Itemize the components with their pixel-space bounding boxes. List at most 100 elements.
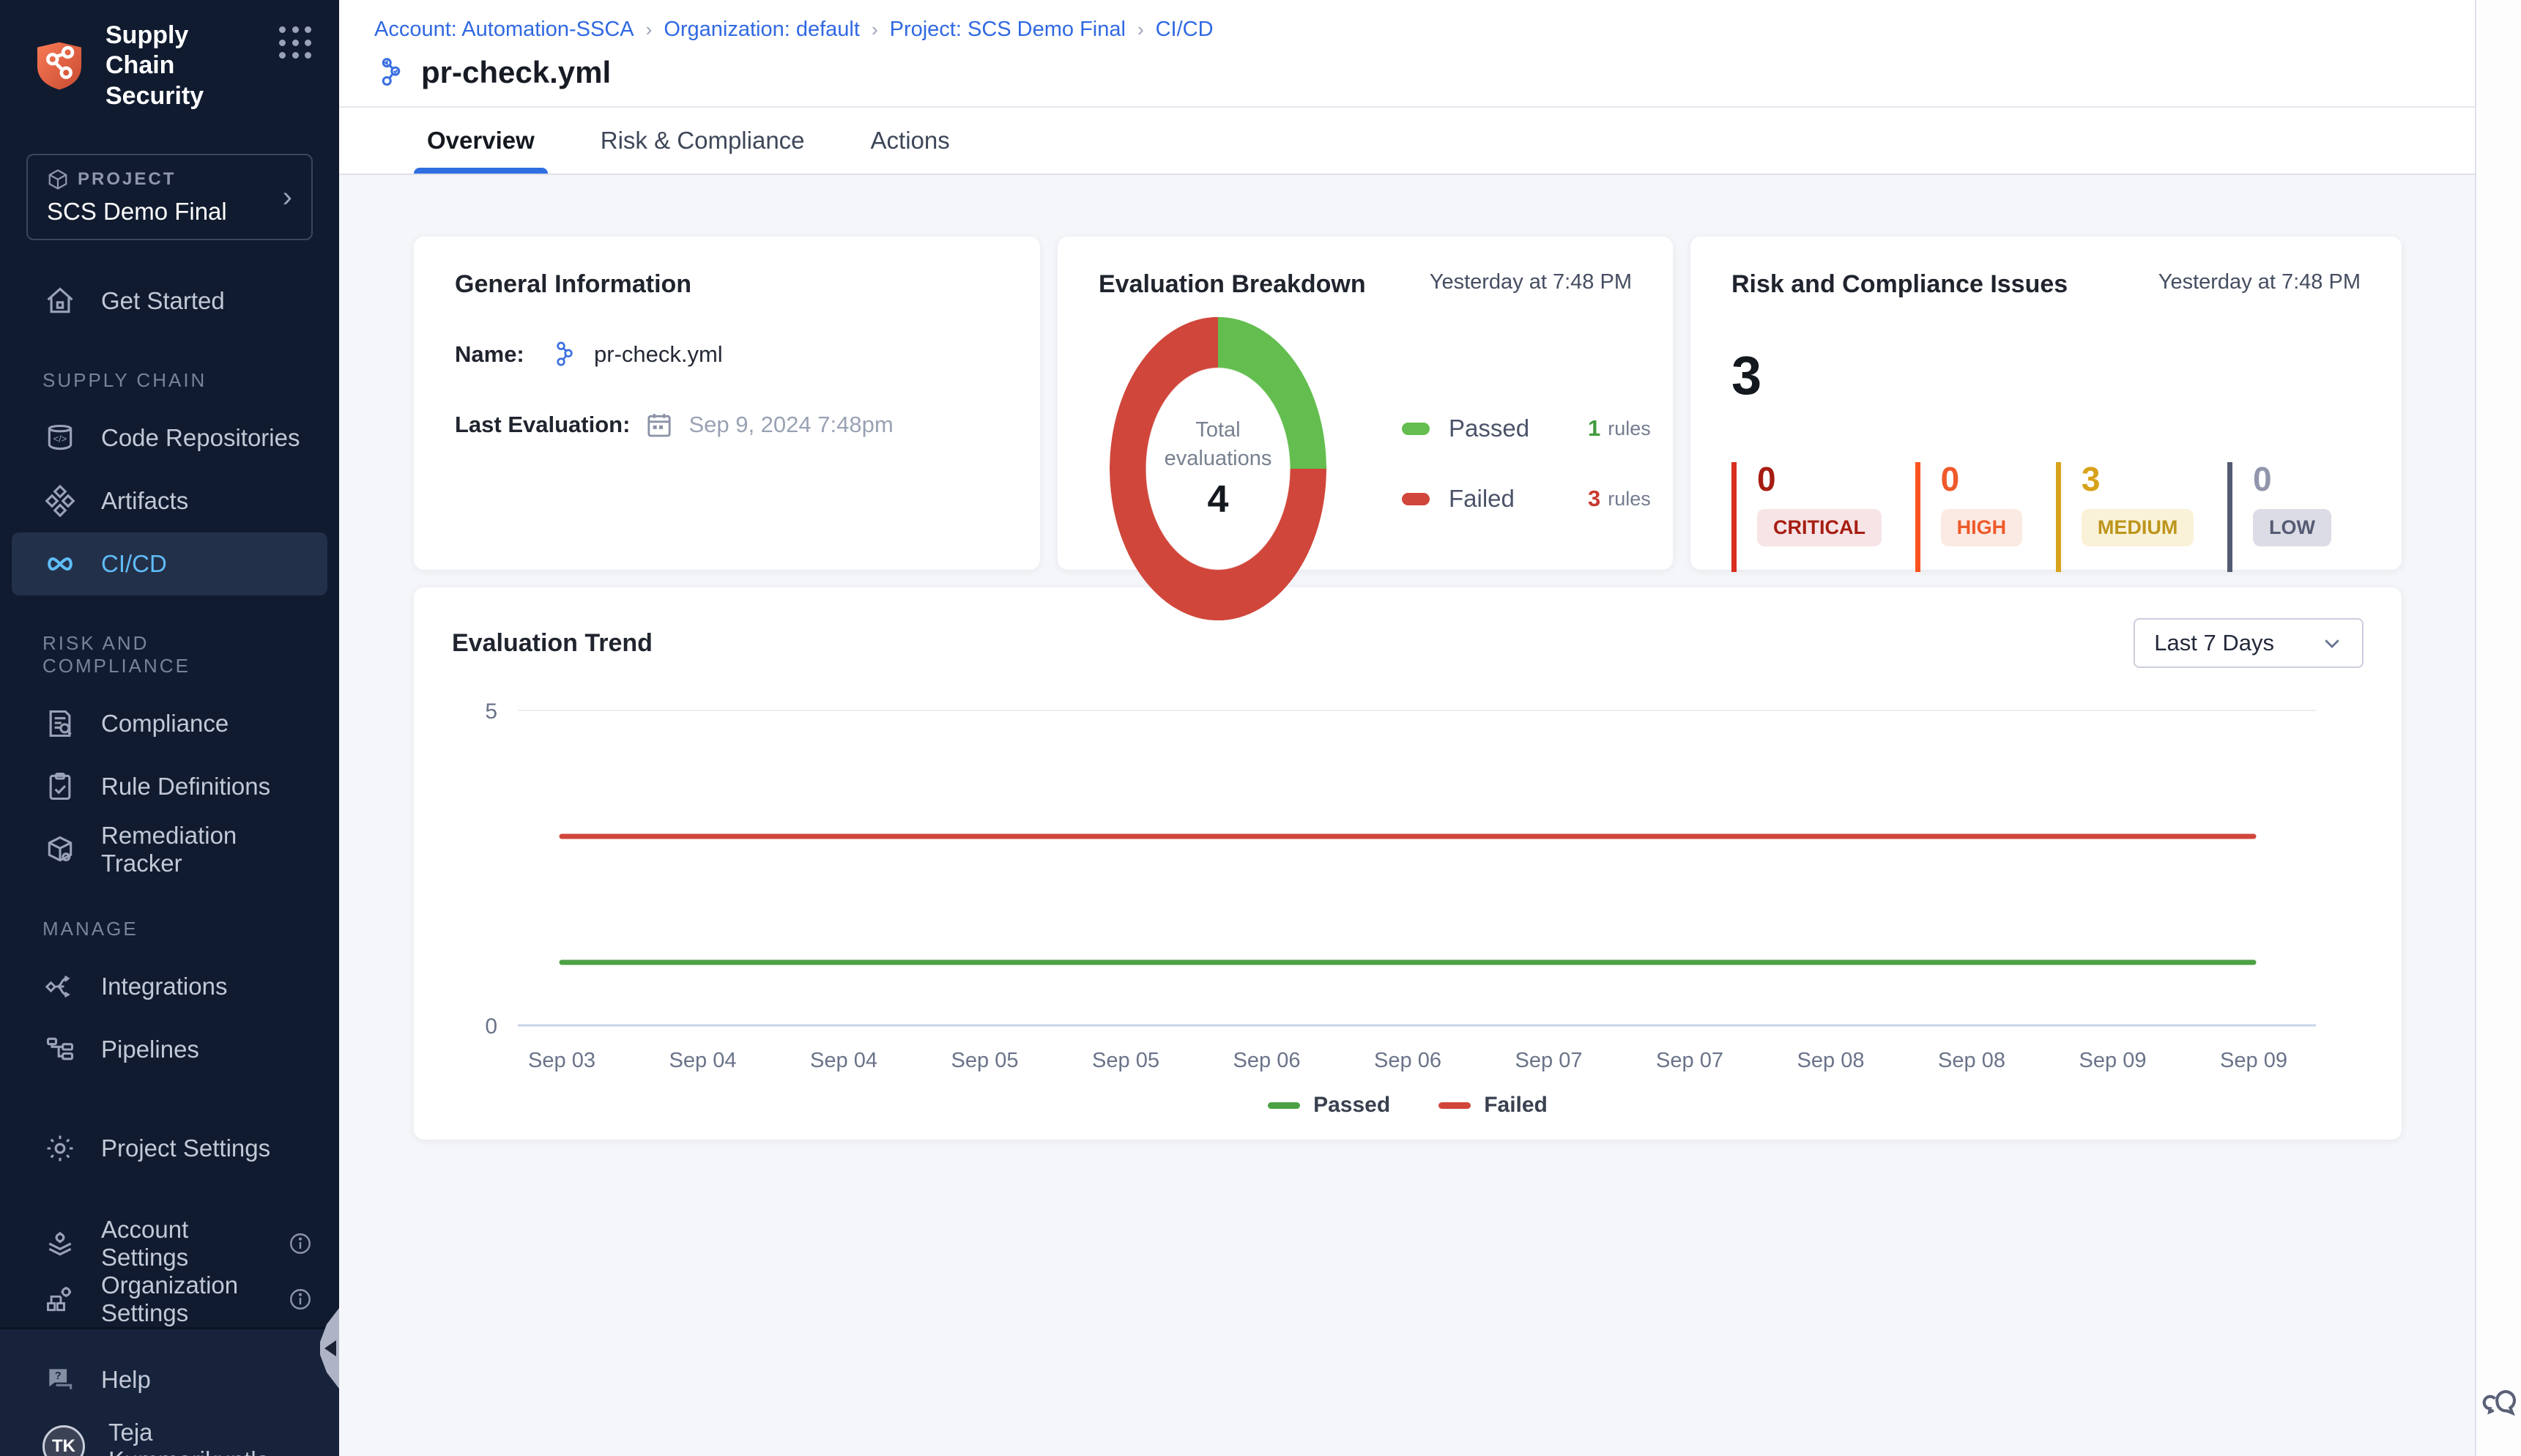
chevron-right-icon: › — [646, 18, 653, 41]
legend-count: 1 — [1588, 415, 1600, 442]
pipeline-file-icon — [374, 56, 408, 89]
tab-overview[interactable]: Overview — [423, 108, 539, 174]
trend-legend-failed: Failed — [1438, 1093, 1548, 1118]
artifacts-icon — [42, 483, 78, 519]
sidebar-item-account-settings[interactable]: Account Settings — [0, 1216, 339, 1271]
section-supply-chain: SUPPLY CHAIN — [0, 369, 339, 392]
x-tick-label: Sep 03 — [528, 1049, 595, 1072]
user-menu[interactable]: TK Teja Kummarikuntla — [0, 1411, 339, 1456]
breadcrumb-organization[interactable]: Organization: default — [664, 18, 860, 42]
severity-count: 0 — [1941, 462, 2023, 496]
x-tick-label: Sep 05 — [1092, 1049, 1159, 1072]
x-tick-label: Sep 04 — [669, 1049, 737, 1072]
date-range-select[interactable]: Last 7 Days — [2134, 618, 2364, 668]
trend-legend-passed: Passed — [1268, 1093, 1390, 1118]
x-tick-label: Sep 07 — [1656, 1049, 1723, 1072]
card-title: Evaluation Trend — [452, 629, 653, 658]
sidebar-item-label: Remediation Tracker — [101, 822, 313, 877]
x-tick-label: Sep 09 — [2079, 1049, 2147, 1072]
sidebar-item-organization-settings[interactable]: Organization Settings — [0, 1271, 339, 1327]
sidebar-item-rule-definitions[interactable]: Rule Definitions — [0, 755, 339, 818]
app-root: Supply Chain Security PROJECT SCS Demo F… — [0, 0, 2521, 1456]
sidebar-item-pipelines[interactable]: Pipelines — [0, 1018, 339, 1081]
severity-badge: MEDIUM — [2082, 509, 2194, 546]
sidebar-item-label: Code Repositories — [101, 424, 300, 452]
severity-low: 0 LOW — [2227, 462, 2331, 572]
sidebar-item-project-settings[interactable]: Project Settings — [0, 1131, 339, 1166]
x-tick-label: Sep 07 — [1515, 1049, 1583, 1072]
sidebar-item-remediation-tracker[interactable]: Remediation Tracker — [0, 818, 339, 881]
last-evaluation-row: Last Evaluation: Sep 9, 2024 7:48pm — [455, 410, 999, 439]
issues-total: 3 — [1731, 344, 2361, 406]
chat-support-icon[interactable] — [2482, 1381, 2520, 1419]
severity-count: 3 — [2082, 462, 2194, 496]
donut-center-label: Total evaluations — [1145, 416, 1291, 473]
name-label: Name: — [455, 341, 535, 368]
help-chat-icon: ? — [42, 1362, 78, 1397]
sidebar-item-code-repositories[interactable]: </> Code Repositories — [0, 406, 339, 469]
card-title: Risk and Compliance Issues — [1731, 270, 2068, 299]
section-risk-compliance: RISK AND COMPLIANCE — [0, 632, 339, 677]
user-name: Teja Kummarikuntla — [108, 1419, 313, 1456]
tab-actions[interactable]: Actions — [866, 108, 954, 174]
chevron-right-icon: › — [872, 18, 878, 41]
donut-center-value: 4 — [1208, 478, 1229, 521]
sidebar: Supply Chain Security PROJECT SCS Demo F… — [0, 0, 339, 1456]
content: General Information Name: pr-check.yml L… — [339, 175, 2475, 1456]
sidebar-item-label: CI/CD — [101, 550, 167, 578]
project-label: PROJECT — [78, 169, 176, 190]
chevron-right-icon: › — [1137, 18, 1144, 41]
trend-legend-label: Failed — [1484, 1093, 1548, 1118]
date-range-value: Last 7 Days — [2154, 630, 2274, 656]
tabbar: Overview Risk & Compliance Actions — [339, 108, 2475, 175]
breakdown-legend: Passed 1 rules Failed 3 rules — [1402, 415, 1651, 513]
y-tick-label: 5 — [485, 699, 497, 724]
failed-line-icon — [1438, 1102, 1471, 1109]
severity-badge: CRITICAL — [1757, 509, 1882, 546]
last-evaluation-value: Sep 9, 2024 7:48pm — [688, 412, 893, 438]
sidebar-item-label: Rule Definitions — [101, 773, 270, 801]
sidebar-nav: Get Started SUPPLY CHAIN </> Code Reposi… — [0, 270, 339, 1081]
severity-medium: 3 MEDIUM — [2056, 462, 2194, 572]
tab-risk-compliance[interactable]: Risk & Compliance — [596, 108, 809, 174]
organization-settings-icon — [42, 1282, 78, 1317]
sidebar-item-label: Help — [101, 1366, 151, 1394]
clipboard-check-icon — [42, 769, 78, 804]
info-icon[interactable] — [288, 1231, 313, 1256]
general-information-card: General Information Name: pr-check.yml L… — [414, 237, 1040, 570]
calendar-icon — [645, 410, 674, 439]
sidebar-item-help[interactable]: ? Help — [0, 1348, 339, 1411]
x-tick-label: Sep 06 — [1374, 1049, 1441, 1072]
sidebar-item-compliance[interactable]: Compliance — [0, 692, 339, 755]
sidebar-item-get-started[interactable]: Get Started — [0, 270, 339, 333]
legend-failed: Failed 3 rules — [1402, 485, 1651, 513]
breadcrumb-account[interactable]: Account: Automation-SSCA — [374, 18, 634, 42]
right-rail — [2475, 0, 2521, 1456]
sidebar-item-label: Pipelines — [101, 1036, 199, 1063]
gear-icon — [42, 1131, 78, 1166]
failed-pill-icon — [1402, 493, 1430, 505]
card-timestamp: Yesterday at 7:48 PM — [2158, 270, 2361, 294]
project-selector[interactable]: PROJECT SCS Demo Final › — [26, 154, 313, 240]
sidebar-item-cicd[interactable]: CI/CD — [12, 532, 327, 595]
chevron-down-icon — [2321, 632, 2343, 654]
sidebar-item-artifacts[interactable]: Artifacts — [0, 469, 339, 532]
cube-icon — [47, 168, 69, 190]
risk-compliance-issues-card: Risk and Compliance Issues Yesterday at … — [1690, 237, 2402, 570]
severity-row: 0 CRITICAL 0 HIGH 3 MEDIUM — [1731, 462, 2361, 572]
module-grid-icon[interactable] — [279, 26, 313, 60]
name-row: Name: pr-check.yml — [455, 340, 999, 369]
breadcrumb-cicd[interactable]: CI/CD — [1156, 18, 1214, 42]
page-title: pr-check.yml — [421, 55, 611, 90]
info-icon[interactable] — [288, 1287, 313, 1312]
y-tick-label: 0 — [485, 1014, 497, 1039]
account-settings-icon — [42, 1226, 78, 1261]
repository-icon: </> — [42, 420, 78, 456]
sidebar-footer: ? Help TK Teja Kummarikuntla — [0, 1327, 339, 1456]
severity-critical: 0 CRITICAL — [1731, 462, 1882, 572]
severity-high: 0 HIGH — [1915, 462, 2023, 572]
breadcrumb-project[interactable]: Project: SCS Demo Final — [890, 18, 1126, 42]
sidebar-item-label: Account Settings — [101, 1216, 264, 1271]
app-title: Supply Chain Security — [105, 21, 260, 111]
sidebar-item-integrations[interactable]: Integrations — [0, 955, 339, 1018]
